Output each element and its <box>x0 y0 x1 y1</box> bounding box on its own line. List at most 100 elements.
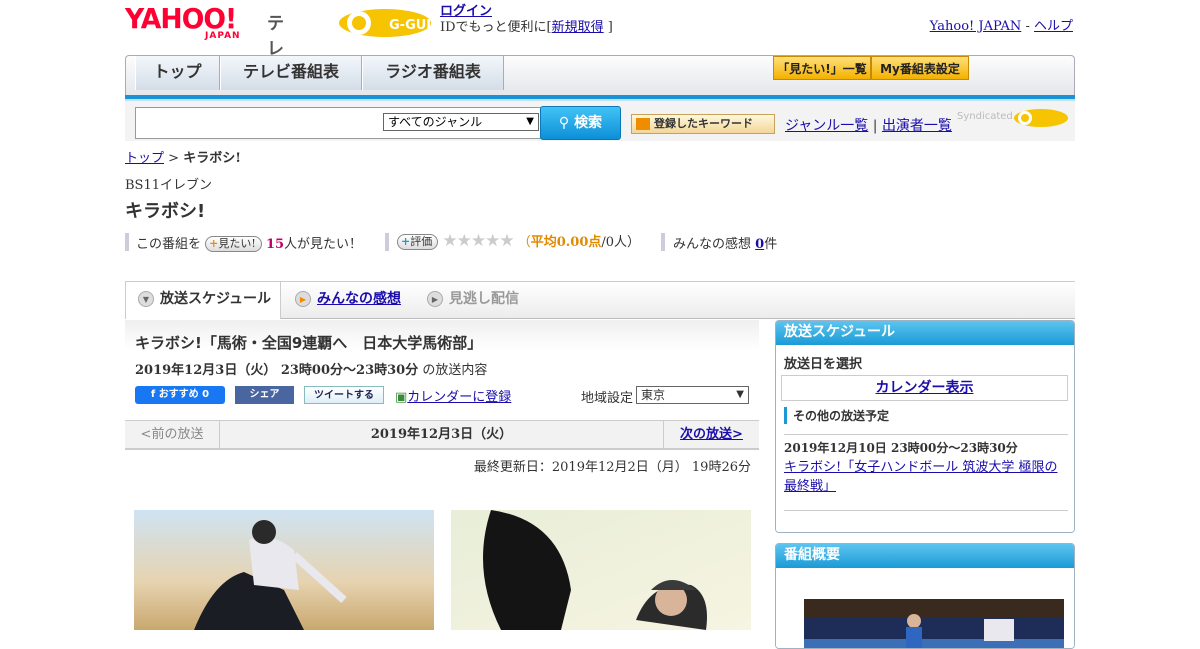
gguide-logo[interactable]: G-GUIDE <box>335 6 433 40</box>
region-select[interactable]: 東京 ▼ <box>636 386 749 404</box>
main-content: キラボシ!「馬術・全国9連覇へ 日本大学馬術部」 2019年12月3日（火） 2… <box>125 320 759 630</box>
next-broadcast-link[interactable]: 次の放送> <box>663 421 759 449</box>
want-count: 15 <box>265 237 285 252</box>
breadcrumb-current: キラボシ! <box>183 151 241 166</box>
rate-button-label: 評価 <box>410 235 433 248</box>
cast-list-link[interactable]: 出演者一覧 <box>882 118 952 134</box>
yahoo-japan-link[interactable]: Yahoo! JAPAN <box>930 19 1022 34</box>
facebook-recommend-button[interactable]: f おすすめ 0 <box>135 386 225 404</box>
tweet-button[interactable]: ツイートする <box>304 386 384 404</box>
breadcrumb-sep: > <box>168 151 180 166</box>
genre-select-value: すべてのジャンル <box>388 115 483 129</box>
calendar-view-button[interactable]: カレンダー表示 <box>781 375 1068 401</box>
last-updated: 最終更新日：2019年12月2日（月） 19時26分 <box>473 460 751 475</box>
summary-thumbnail <box>804 599 1064 648</box>
other-schedule-time: 2019年12月10日 23時00分～23時30分 <box>784 441 1018 455</box>
header: YAHOO! JAPAN テレビ G-GUIDE ログイン IDでもっと便利に[… <box>125 0 1075 85</box>
avg-count: /0人） <box>601 235 641 250</box>
select-date-label: 放送日を選択 <box>784 357 863 372</box>
average-rating: 平均0.00点 <box>530 235 602 250</box>
episode-datetime-suffix: の放送内容 <box>422 363 488 378</box>
yahoo-logo-sub: JAPAN <box>205 31 241 41</box>
search-button[interactable]: ⚲ 検索 <box>540 106 621 140</box>
summary-box: 番組概要 <box>775 543 1075 649</box>
login-note: IDでもっと便利に[ <box>440 20 552 35</box>
calendar-register-label: カレンダーに登録 <box>407 390 512 405</box>
chevron-down-icon: ▼ <box>736 389 744 400</box>
want-button[interactable]: +見たい! <box>205 236 262 252</box>
episode-photo-horse <box>451 510 751 630</box>
episode-datetime-row: 2019年12月3日（火） 23時00分～23時30分 の放送内容 <box>135 359 749 378</box>
tab-impressions[interactable]: ▶ みんなの感想 <box>283 282 415 319</box>
schedule-box-title: 放送スケジュール <box>776 321 1074 345</box>
facebook-share-button[interactable]: シェア <box>235 386 294 404</box>
tab-radio-listings[interactable]: ラジオ番組表 <box>362 56 504 90</box>
signup-link[interactable]: 新規取得 <box>552 20 604 35</box>
impressions-count[interactable]: 0 <box>755 237 764 252</box>
summary-box-body <box>776 568 1074 648</box>
tab-top[interactable]: トップ <box>135 56 220 90</box>
page-title: キラボシ! <box>125 201 206 222</box>
want-suffix: 人が見たい！ <box>284 237 363 252</box>
region-label: 地域設定 <box>581 391 634 406</box>
other-schedule-link[interactable]: キラボシ!「女子ハンドボール 筑波大学 極限の最終戦」 <box>784 458 1068 496</box>
tab-schedule-label: 放送スケジュール <box>160 291 272 307</box>
facebook-recommend-label: おすすめ 0 <box>158 389 210 400</box>
tweet-label: ツイートする <box>314 390 374 401</box>
rate-button[interactable]: +評価 <box>397 234 439 250</box>
calendar-view-link: カレンダー表示 <box>875 380 974 396</box>
my-settings-button[interactable]: My番組表設定 <box>871 56 969 80</box>
yahoo-logo-text: YAHOO! <box>125 2 237 35</box>
episode-header: キラボシ!「馬術・全国9連覇へ 日本大学馬術部」 2019年12月3日（火） 2… <box>125 320 759 378</box>
want-button-label: 見たい! <box>218 237 256 250</box>
want-list-button[interactable]: 「見たい!」一覧 <box>773 56 871 80</box>
tab-catchup-label: 見逃し配信 <box>449 291 519 307</box>
program-tabs: ▼ 放送スケジュール ▶ みんなの感想 ▶ 見逃し配信 <box>125 281 1075 319</box>
tab-catchup[interactable]: ▶ 見逃し配信 <box>415 282 545 319</box>
episode-title: キラボシ!「馬術・全国9連覇へ 日本大学馬術部」 <box>135 334 483 352</box>
gguide-logo-text: G-GUIDE <box>389 18 433 33</box>
sidebar: 放送スケジュール 放送日を選択 カレンダー表示 その他の放送予定 2019年12… <box>775 320 1075 649</box>
header-dash: - <box>1025 19 1030 34</box>
other-schedule-item: 2019年12月10日 23時00分～23時30分 キラボシ!「女子ハンドボール… <box>784 434 1068 496</box>
episode-photo-rider <box>134 510 434 630</box>
want-area: この番組を +見たい! 15人が見たい！ <box>136 233 362 252</box>
play-icon: ▶ <box>295 291 311 307</box>
search-button-label: 検索 <box>574 115 603 131</box>
help-link[interactable]: ヘルプ <box>1034 19 1073 34</box>
episode-datetime: 2019年12月3日（火） 23時00分～23時30分 <box>135 363 419 378</box>
header-links: Yahoo! JAPAN - ヘルプ <box>930 15 1073 34</box>
tab-impressions-label: みんなの感想 <box>317 291 401 307</box>
chevron-down-icon: ▼ <box>138 291 154 307</box>
yahoo-logo[interactable]: YAHOO! JAPAN テレビ <box>125 2 284 85</box>
calendar-icon: ▣ <box>395 390 408 405</box>
login-area: ログイン IDでもっと便利に[新規取得 ] <box>440 4 613 36</box>
meta-separator <box>661 233 665 251</box>
calendar-register-link[interactable]: ▣カレンダーに登録 <box>395 386 511 405</box>
avg-open: （ <box>517 235 531 250</box>
play-icon: ▶ <box>427 291 443 307</box>
schedule-box: 放送スケジュール 放送日を選択 カレンダー表示 その他の放送予定 2019年12… <box>775 320 1075 533</box>
want-label: この番組を <box>136 237 202 252</box>
current-broadcast-date: 2019年12月3日（火） <box>370 427 513 442</box>
keyword-button-label: 登録したキーワード <box>654 117 753 130</box>
plus-icon: + <box>401 235 411 248</box>
station-name: BS11イレブン <box>125 178 213 193</box>
tab-tv-listings[interactable]: テレビ番組表 <box>220 56 362 90</box>
main-nav: トップ テレビ番組表 ラジオ番組表 「見たい!」一覧 My番組表設定 <box>125 55 1075 95</box>
impressions-unit: 件 <box>764 237 778 252</box>
search-bar: すべてのジャンル ▼ ⚲ 検索 登録したキーワード ジャンル一覧 | 出演者一覧… <box>125 101 1075 141</box>
chevron-down-icon: ▼ <box>526 116 534 127</box>
keyword-icon <box>636 118 650 130</box>
genre-select[interactable]: すべてのジャンル ▼ <box>383 113 539 131</box>
breadcrumb-top[interactable]: トップ <box>125 151 164 166</box>
tab-schedule[interactable]: ▼ 放送スケジュール <box>125 282 281 319</box>
genre-list-link[interactable]: ジャンル一覧 <box>785 118 868 134</box>
login-link[interactable]: ログイン <box>440 4 492 19</box>
schedule-box-body: 放送日を選択 カレンダー表示 その他の放送予定 2019年12月10日 23時0… <box>776 345 1074 532</box>
search-icon: ⚲ <box>558 115 570 131</box>
meta-separator <box>125 233 129 251</box>
keyword-button[interactable]: 登録したキーワード <box>631 114 775 134</box>
gguide-small-logo <box>1014 109 1068 127</box>
star-icon: ★★★★★ <box>442 231 514 251</box>
